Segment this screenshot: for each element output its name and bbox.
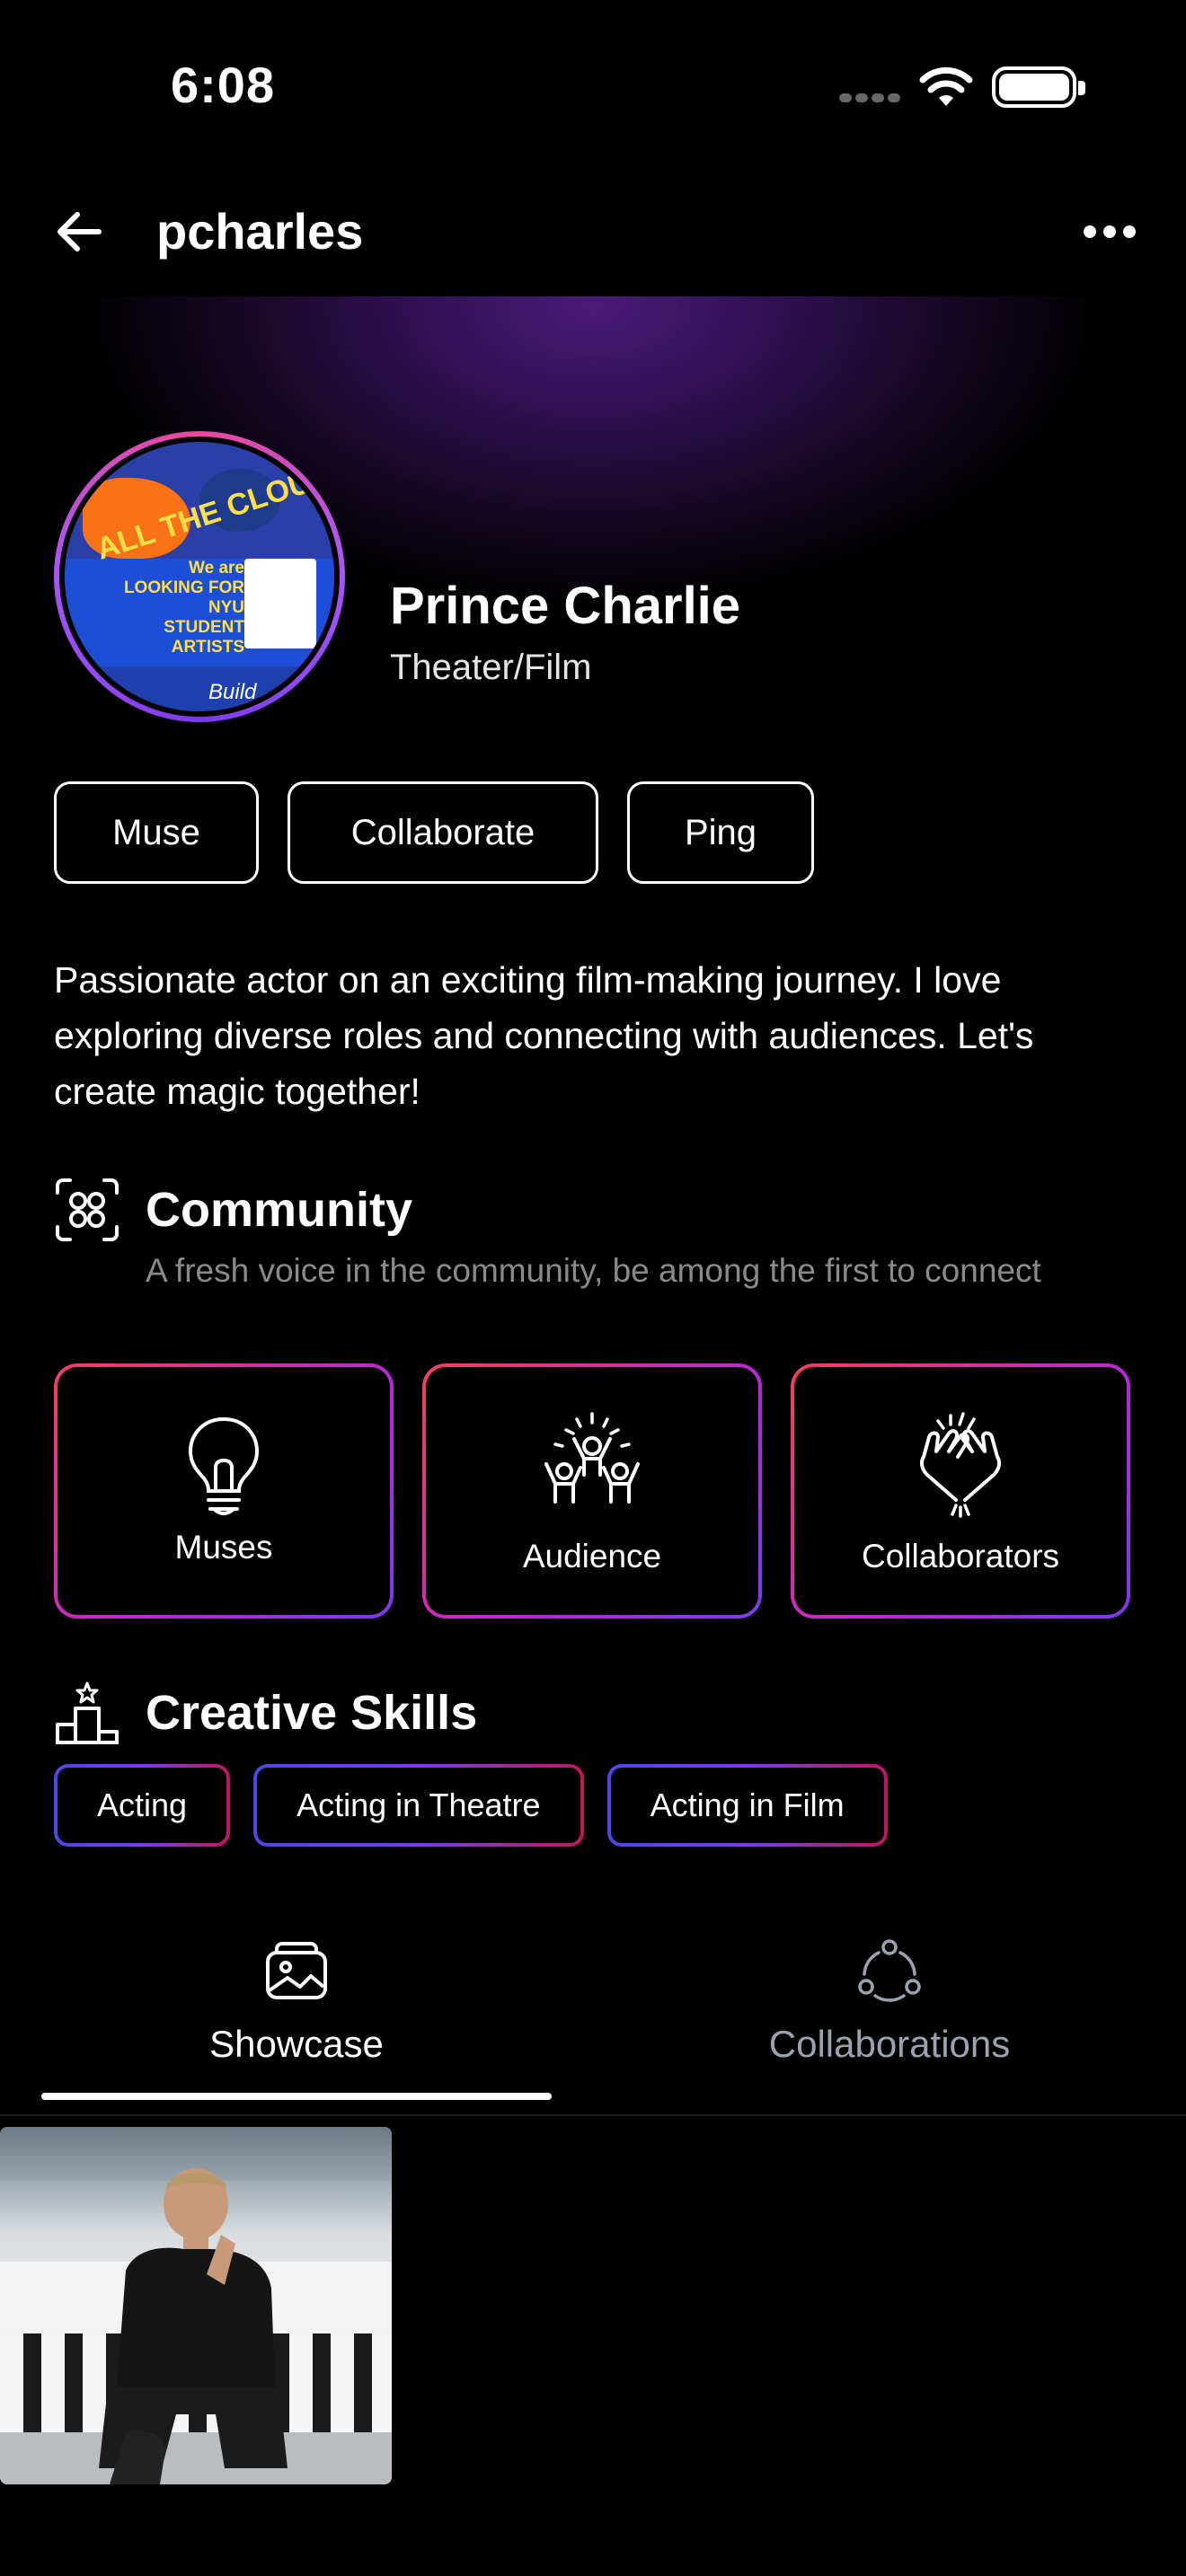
tab-collaborations-label: Collaborations: [768, 2023, 1011, 2065]
tab-showcase-label: Showcase: [209, 2023, 384, 2065]
community-header: Community: [54, 1177, 412, 1243]
network-icon: [858, 1939, 921, 2002]
collaborate-button[interactable]: Collaborate: [288, 781, 598, 884]
high-five-icon: [919, 1412, 1002, 1518]
more-options-icon[interactable]: [1084, 216, 1137, 248]
avatar-poster-text: We are LOOKING FOR NYU STUDENT ARTISTS: [123, 559, 244, 657]
cheering-crowd-icon: [544, 1412, 640, 1504]
lightbulb-icon: [188, 1416, 260, 1515]
avatar-bottom-text: Build: [208, 680, 257, 704]
community-cards: Muses Audience Collaborators: [54, 1363, 1130, 1619]
skills-list: Acting Acting in Theatre Acting in Film: [54, 1764, 888, 1847]
avatar[interactable]: ALL THE CLOUT We are LOOKING FOR NYU STU…: [54, 431, 345, 722]
skill-chip[interactable]: Acting in Film: [606, 1764, 888, 1847]
top-nav-bar: pcharles: [0, 180, 1186, 296]
profile-actions: Muse Collaborate Ping: [54, 781, 814, 884]
creative-skills-title: Creative Skills: [146, 1686, 478, 1740]
profile-username: pcharles: [156, 203, 364, 260]
community-title: Community: [146, 1183, 412, 1237]
cellular-signal-icon: [839, 93, 902, 108]
gallery-icon: [266, 1942, 327, 1999]
wifi-icon: [919, 66, 973, 106]
creative-skills-header: Creative Skills: [54, 1680, 477, 1746]
collaborators-card-label: Collaborators: [861, 1538, 1060, 1575]
muse-button[interactable]: Muse: [54, 781, 259, 884]
community-icon: [56, 1178, 119, 1241]
tab-showcase[interactable]: Showcase: [0, 1913, 593, 2114]
collaborators-card[interactable]: Collaborators: [791, 1363, 1130, 1619]
profile-display-name: Prince Charlie: [390, 577, 741, 635]
muses-card[interactable]: Muses: [54, 1363, 394, 1619]
profile-discipline: Theater/Film: [390, 648, 592, 687]
ping-button[interactable]: Ping: [627, 781, 814, 884]
showcase-photo: [99, 2168, 288, 2484]
audience-card-label: Audience: [522, 1538, 662, 1575]
qr-code-icon: [244, 559, 316, 648]
audience-card[interactable]: Audience: [422, 1363, 762, 1619]
skill-chip[interactable]: Acting in Theatre: [253, 1764, 584, 1847]
status-time: 6:08: [171, 57, 276, 113]
tab-collaborations[interactable]: Collaborations: [593, 1913, 1186, 2114]
profile-tabs: Showcase Collaborations: [0, 1913, 1186, 2116]
community-subtitle: A fresh voice in the community, be among…: [146, 1252, 1041, 1289]
avatar-image: ALL THE CLOUT We are LOOKING FOR NYU STU…: [59, 437, 340, 717]
back-arrow-icon[interactable]: [50, 203, 108, 260]
skill-chip[interactable]: Acting: [54, 1764, 231, 1847]
battery-icon: [992, 66, 1085, 108]
podium-icon: [56, 1681, 119, 1744]
profile-bio: Passionate actor on an exciting film-mak…: [54, 959, 1034, 1112]
status-bar: 6:08: [0, 0, 1186, 180]
muses-card-label: Muses: [174, 1529, 273, 1566]
showcase-item[interactable]: [0, 2127, 392, 2484]
active-tab-indicator: [41, 2093, 552, 2100]
